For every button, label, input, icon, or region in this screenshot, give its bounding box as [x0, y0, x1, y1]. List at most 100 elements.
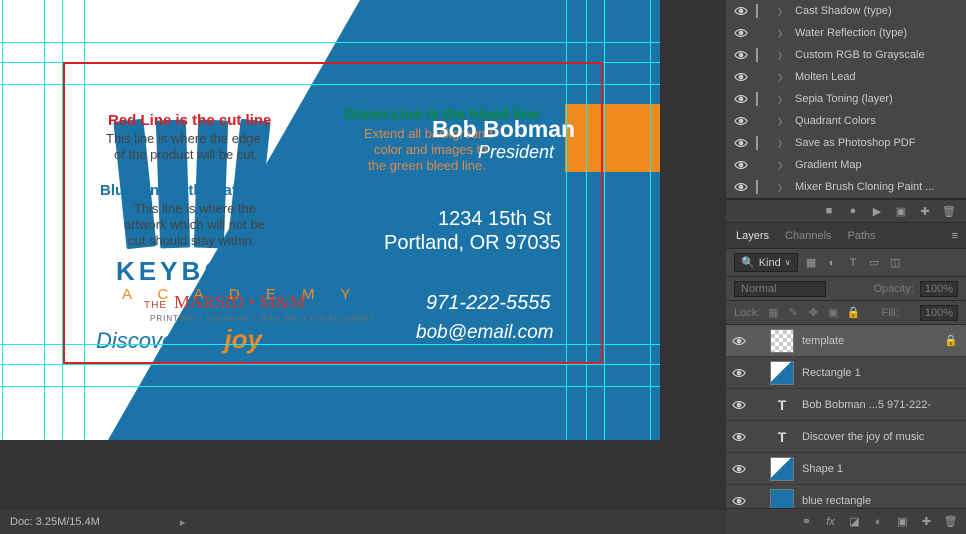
layer-row[interactable]: Rectangle 1 — [726, 357, 966, 389]
link-layers-icon[interactable]: ⚭ — [799, 515, 814, 528]
group-icon[interactable]: ▣ — [895, 515, 910, 528]
layer-row[interactable]: T Bob Bobman ...5 971-222- — [726, 389, 966, 421]
expand-icon[interactable]: 〉 — [778, 181, 787, 194]
expand-icon[interactable]: 〉 — [778, 5, 787, 18]
status-chevron-icon[interactable]: ▸ — [180, 516, 186, 529]
filter-smart-icon[interactable]: ◫ — [888, 256, 903, 269]
action-row[interactable]: 〉 Mixer Brush Cloning Paint ... — [726, 176, 966, 198]
action-row[interactable]: 〉 Custom RGB to Grayscale — [726, 44, 966, 66]
visibility-icon[interactable] — [732, 366, 746, 380]
filter-type-icon[interactable]: T — [846, 257, 861, 269]
layer-row[interactable]: Shape 1 — [726, 453, 966, 485]
layers-footer: ⚭ fx ◪ ◐ ▣ ✚ 🗑 — [726, 508, 966, 534]
action-label: Mixer Brush Cloning Paint ... — [795, 181, 934, 193]
layer-name[interactable]: Shape 1 — [802, 463, 843, 475]
action-label: Cast Shadow (type) — [795, 5, 892, 17]
lock-position-icon[interactable]: ✥ — [806, 306, 820, 319]
action-row[interactable]: 〉 Water Reflection (type) — [726, 22, 966, 44]
expand-icon[interactable]: 〉 — [778, 115, 787, 128]
actions-panel: 〉 Cast Shadow (type) 〉 Water Reflection … — [726, 0, 966, 199]
visibility-icon[interactable] — [734, 158, 748, 172]
actions-controls: ■ ● ▶ ▣ ✚ 🗑 — [726, 199, 966, 223]
lock-row: Lock: ▦ ✎ ✥ ▣ 🔒 Fill: 100% — [726, 301, 966, 325]
visibility-icon[interactable] — [734, 114, 748, 128]
visibility-icon[interactable] — [734, 4, 748, 18]
action-row[interactable]: 〉 Save as Photoshop PDF — [726, 132, 966, 154]
adjustment-icon[interactable]: ◐ — [871, 516, 886, 528]
lock-icon[interactable]: 🔒 — [944, 334, 958, 347]
status-bar: Doc: 3.25M/15.4M ▸ — [0, 510, 726, 534]
action-label: Molten Lead — [795, 71, 856, 83]
action-row[interactable]: 〉 Molten Lead — [726, 66, 966, 88]
blend-mode-select[interactable]: Normal — [734, 281, 826, 297]
new-layer-icon[interactable]: ✚ — [919, 515, 934, 528]
right-panels: 〉 Cast Shadow (type) 〉 Water Reflection … — [726, 0, 966, 534]
opacity-label: Opacity: — [874, 283, 914, 295]
stop-icon[interactable]: ■ — [822, 205, 836, 217]
layer-row[interactable]: template 🔒 — [726, 325, 966, 357]
layer-name[interactable]: Discover the joy of music — [802, 431, 924, 443]
record-icon[interactable]: ● — [846, 205, 860, 217]
visibility-icon[interactable] — [732, 398, 746, 412]
action-row[interactable]: 〉 Cast Shadow (type) — [726, 0, 966, 22]
visibility-icon[interactable] — [732, 462, 746, 476]
guide-v[interactable] — [650, 0, 651, 440]
guide-h[interactable] — [0, 364, 660, 365]
trash-icon[interactable]: 🗑 — [942, 205, 956, 218]
tab-paths[interactable]: Paths — [848, 230, 876, 242]
visibility-icon[interactable] — [732, 494, 746, 508]
visibility-icon[interactable] — [732, 430, 746, 444]
mask-icon[interactable]: ◪ — [847, 515, 862, 528]
layer-name[interactable]: template — [802, 335, 844, 347]
lock-all-icon[interactable]: 🔒 — [846, 306, 860, 319]
visibility-icon[interactable] — [734, 26, 748, 40]
expand-icon[interactable]: 〉 — [778, 137, 787, 150]
expand-icon[interactable]: 〉 — [778, 93, 787, 106]
panel-menu-icon[interactable]: ≡ — [952, 230, 958, 242]
visibility-icon[interactable] — [734, 70, 748, 84]
layer-filter-row: 🔍 Kind ∨ ▦ ◐ T ▭ ◫ — [726, 249, 966, 277]
layer-name[interactable]: Rectangle 1 — [802, 367, 861, 379]
cut-line-rect — [63, 62, 603, 364]
fill-value[interactable]: 100% — [920, 305, 958, 321]
layer-name[interactable]: Bob Bobman ...5 971-222- — [802, 399, 931, 411]
lock-transparent-icon[interactable]: ▦ — [766, 306, 780, 319]
action-label: Custom RGB to Grayscale — [795, 49, 925, 61]
filter-kind-select[interactable]: 🔍 Kind ∨ — [734, 253, 798, 272]
new-set-icon[interactable]: ▣ — [894, 205, 908, 218]
visibility-icon[interactable] — [732, 334, 746, 348]
visibility-icon[interactable] — [734, 136, 748, 150]
play-icon[interactable]: ▶ — [870, 205, 884, 218]
filter-adjust-icon[interactable]: ◐ — [825, 257, 840, 269]
filter-shape-icon[interactable]: ▭ — [867, 256, 882, 269]
lock-pixels-icon[interactable]: ✎ — [786, 306, 800, 319]
action-row[interactable]: 〉 Quadrant Colors — [726, 110, 966, 132]
action-row[interactable]: 〉 Sepia Toning (layer) — [726, 88, 966, 110]
expand-icon[interactable]: 〉 — [778, 71, 787, 84]
opacity-value[interactable]: 100% — [920, 281, 958, 297]
visibility-icon[interactable] — [734, 180, 748, 194]
expand-icon[interactable]: 〉 — [778, 159, 787, 172]
visibility-icon[interactable] — [734, 48, 748, 62]
guide-h[interactable] — [0, 42, 660, 43]
layer-name[interactable]: blue rectangle — [802, 495, 871, 507]
expand-icon[interactable]: 〉 — [778, 27, 787, 40]
expand-icon[interactable]: 〉 — [778, 49, 787, 62]
layer-row[interactable]: blue rectangle — [726, 485, 966, 508]
guide-v[interactable] — [44, 0, 45, 440]
action-row[interactable]: 〉 Gradient Map — [726, 154, 966, 176]
lock-artboard-icon[interactable]: ▣ — [826, 306, 840, 319]
guide-h[interactable] — [0, 386, 660, 387]
visibility-icon[interactable] — [734, 92, 748, 106]
filter-pixel-icon[interactable]: ▦ — [804, 256, 819, 269]
delete-layer-icon[interactable]: 🗑 — [943, 515, 958, 528]
guide-v[interactable] — [604, 0, 605, 440]
tab-layers[interactable]: Layers — [736, 230, 769, 242]
layer-row[interactable]: T Discover the joy of music — [726, 421, 966, 453]
new-action-icon[interactable]: ✚ — [918, 205, 932, 218]
tab-channels[interactable]: Channels — [785, 230, 831, 242]
canvas-area[interactable]: Red Line is the cut line This line is wh… — [0, 0, 726, 510]
fx-icon[interactable]: fx — [823, 516, 838, 528]
guide-v[interactable] — [2, 0, 3, 440]
fill-label: Fill: — [882, 307, 899, 319]
